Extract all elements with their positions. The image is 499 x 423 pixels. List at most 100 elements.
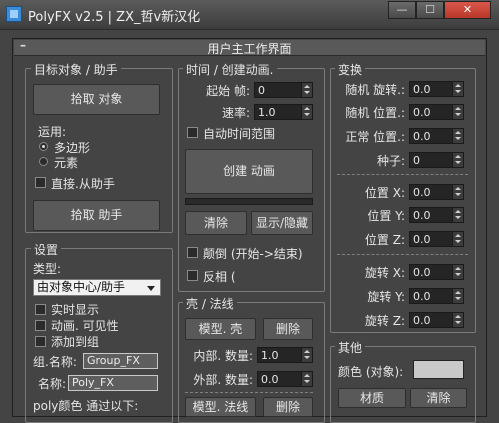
spinner-arrows-icon[interactable] <box>452 208 463 222</box>
rotation-z-label: 旋转 Z: <box>364 314 405 328</box>
reverse-checkbox[interactable] <box>187 247 198 258</box>
spinner-arrows-icon[interactable] <box>452 129 463 143</box>
position-y-label: 位置 Y: <box>367 209 405 223</box>
title-bar: PolyFX v2.5 | ZX_哲v新汉化 — ☐ ✕ <box>0 0 499 30</box>
position-x-spinner[interactable]: 0.0 <box>409 184 464 200</box>
create-animation-button[interactable]: 创建 动画 <box>185 149 313 194</box>
invert-checkbox[interactable] <box>187 270 198 281</box>
reverse-label: 颠倒 (开始->结束) <box>203 247 303 261</box>
close-button[interactable]: ✕ <box>444 1 491 19</box>
group-name-label: 组.名称: <box>33 355 77 369</box>
rollout-title: 用户主工作界面 <box>207 42 292 56</box>
rotation-y-spinner[interactable]: 0.0 <box>409 288 464 304</box>
type-select[interactable]: 由对象中心/助手 <box>33 279 161 296</box>
position-z-value: 0.0 <box>413 233 431 246</box>
rotation-y-label: 旋转 Y: <box>367 290 405 304</box>
seed-value: 0 <box>413 154 420 167</box>
chevron-down-icon <box>147 286 155 291</box>
anim-visibility-checkbox[interactable] <box>35 320 46 331</box>
apply-label: 运用: <box>38 125 67 139</box>
position-x-value: 0.0 <box>413 186 431 199</box>
auto-range-checkbox[interactable] <box>187 127 198 138</box>
name-label: 名称: <box>38 377 67 391</box>
inner-amount-value: 1.0 <box>261 349 279 362</box>
shell-divider <box>185 392 313 393</box>
delete-shell-button[interactable]: 删除 <box>263 318 313 340</box>
seed-label: 种子: <box>376 154 405 168</box>
position-y-spinner[interactable]: 0.0 <box>409 207 464 223</box>
transform-divider-1 <box>337 174 468 175</box>
clear-button[interactable]: 清除 <box>410 388 467 408</box>
delete-animation-button[interactable]: 清除 <box>185 211 247 235</box>
spinner-arrows-icon[interactable] <box>452 313 463 327</box>
rate-spinner[interactable]: 1.0 <box>254 104 313 120</box>
model-normal-button[interactable]: 模型. 法线 <box>185 397 256 417</box>
color-object-label: 颜色 (对象): <box>338 365 404 379</box>
radio-elements-label: 元素 <box>54 156 79 170</box>
spinner-arrows-icon[interactable] <box>301 348 312 362</box>
poly-color-label: poly颜色 通过以下: <box>33 399 139 413</box>
auto-range-label: 自动时间范围 <box>203 127 276 141</box>
realtime-checkbox[interactable] <box>35 304 46 315</box>
position-z-label: 位置 Z: <box>364 233 405 247</box>
rotation-x-label: 旋转 X: <box>364 266 405 280</box>
start-frame-value: 0 <box>258 84 265 97</box>
animation-progress-bar <box>185 198 313 205</box>
object-color-swatch[interactable] <box>413 360 464 379</box>
outer-amount-label: 外部. 数量: <box>193 373 253 387</box>
spinner-arrows-icon[interactable] <box>452 185 463 199</box>
add-to-group-label: 添加到组 <box>51 335 100 349</box>
transform-divider-2 <box>337 254 468 255</box>
radio-polygon[interactable] <box>39 142 48 151</box>
add-to-group-checkbox[interactable] <box>35 336 46 347</box>
from-helper-checkbox[interactable] <box>35 177 46 188</box>
spinner-arrows-icon[interactable] <box>452 153 463 167</box>
spinner-arrows-icon[interactable] <box>452 265 463 279</box>
type-select-value: 由对象中心/助手 <box>37 280 126 294</box>
anim-visibility-label: 动画. 可见性 <box>51 319 119 333</box>
random-position-value: 0.0 <box>413 106 431 119</box>
random-position-spinner[interactable]: 0.0 <box>409 104 464 120</box>
outer-amount-spinner[interactable]: 0.0 <box>257 371 313 387</box>
show-hide-button[interactable]: 显示/隐藏 <box>251 211 313 235</box>
pick-helper-button[interactable]: 拾取 助手 <box>33 200 160 231</box>
spinner-arrows-icon[interactable] <box>301 105 312 119</box>
name-field[interactable]: Poly_FX <box>68 375 158 391</box>
rotation-z-spinner[interactable]: 0.0 <box>409 312 464 328</box>
settings-group-title: 设置 <box>31 241 62 258</box>
window-title: PolyFX v2.5 | ZX_哲v新汉化 <box>28 10 201 25</box>
random-rotation-spinner[interactable]: 0.0 <box>409 81 464 97</box>
position-z-spinner[interactable]: 0.0 <box>409 231 464 247</box>
spinner-arrows-icon[interactable] <box>452 232 463 246</box>
position-y-value: 0.0 <box>413 209 431 222</box>
rotation-x-spinner[interactable]: 0.0 <box>409 264 464 280</box>
radio-elements[interactable] <box>39 157 48 166</box>
material-button[interactable]: 材质 <box>338 388 406 408</box>
group-name-field[interactable]: Group_FX <box>83 353 158 369</box>
inner-amount-label: 内部. 数量: <box>193 349 253 363</box>
minimize-button[interactable]: — <box>388 1 416 19</box>
rollout-header[interactable]: – 用户主工作界面 <box>14 38 485 56</box>
delete-normal-button[interactable]: 删除 <box>263 397 313 417</box>
inner-amount-spinner[interactable]: 1.0 <box>257 347 313 363</box>
normal-position-spinner[interactable]: 0.0 <box>409 128 464 144</box>
random-rotation-value: 0.0 <box>413 83 431 96</box>
pick-object-button[interactable]: 拾取 对象 <box>33 84 160 115</box>
spinner-arrows-icon[interactable] <box>452 289 463 303</box>
start-frame-label: 起始 帧: <box>206 84 250 98</box>
target-group-title: 目标对象 / 助手 <box>31 61 121 78</box>
rate-value: 1.0 <box>258 106 276 119</box>
spinner-arrows-icon[interactable] <box>301 372 312 386</box>
random-position-label: 随机 位置.: <box>345 106 405 120</box>
start-frame-spinner[interactable]: 0 <box>254 82 313 98</box>
spinner-arrows-icon[interactable] <box>301 83 312 97</box>
spinner-arrows-icon[interactable] <box>452 82 463 96</box>
seed-spinner[interactable]: 0 <box>409 152 464 168</box>
rotation-x-value: 0.0 <box>413 266 431 279</box>
normal-position-value: 0.0 <box>413 130 431 143</box>
spinner-arrows-icon[interactable] <box>452 105 463 119</box>
from-helper-label: 直接.从助手 <box>51 177 115 191</box>
model-shell-button[interactable]: 模型. 壳 <box>185 318 256 340</box>
maximize-button[interactable]: ☐ <box>416 1 444 19</box>
type-label: 类型: <box>33 262 62 276</box>
